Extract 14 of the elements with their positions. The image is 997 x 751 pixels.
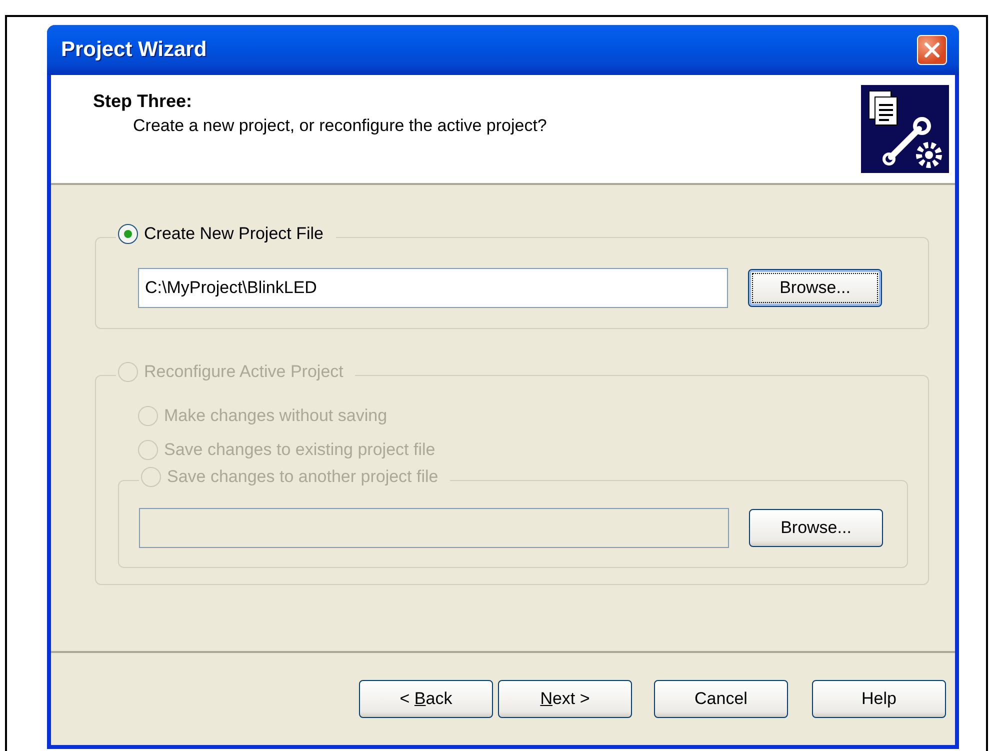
dialog-button[interactable]: Help [812, 680, 946, 718]
window-title: Project Wizard [61, 38, 207, 62]
close-button[interactable] [917, 35, 947, 65]
project-path-field[interactable]: C:\MyProject\BlinkLED [138, 268, 728, 308]
dialog-button[interactable]: Next > [498, 680, 632, 718]
browse-button[interactable]: Browse... [749, 509, 883, 547]
dialog-button[interactable]: Cancel [654, 680, 788, 718]
document-wrench-gear-icon [861, 85, 949, 173]
step-title: Step Three: [93, 91, 194, 112]
create-project-radio[interactable]: Create New Project File [116, 224, 336, 244]
dialog-button[interactable]: < Back [359, 680, 493, 718]
step-description: Create a new project, or reconfigure the active project? [133, 116, 547, 136]
browse-button[interactable]: Browse... [748, 269, 882, 307]
close-icon [923, 41, 941, 59]
